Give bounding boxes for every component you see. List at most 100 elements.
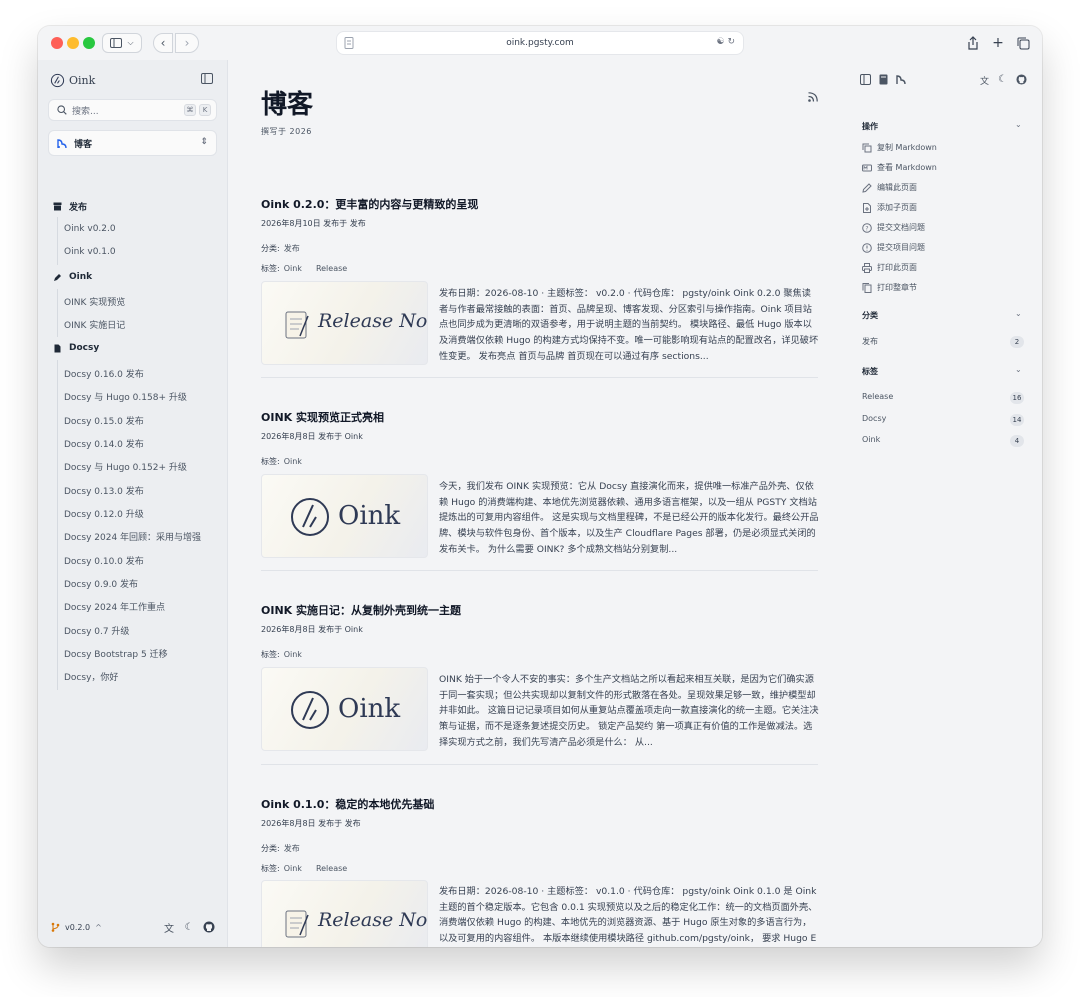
nav-group-docsy[interactable]: Docsy	[53, 343, 99, 353]
section-selector[interactable]: 博客 ⇕	[48, 130, 217, 156]
post-category: 分类: 发布	[261, 244, 300, 253]
view-markdown-action[interactable]: 查看 Markdown	[862, 162, 937, 173]
theme-toggle-button[interactable]: ☾	[182, 920, 196, 934]
moon-icon[interactable]: ☾	[998, 74, 1009, 85]
chevron-down-icon[interactable]: ⌄	[1015, 365, 1022, 374]
actions-heading[interactable]: 操作	[862, 121, 878, 132]
sidebar-item[interactable]: Docsy 2024 年回顾：采用与增强	[64, 530, 201, 543]
tag-link[interactable]: Release	[316, 864, 347, 873]
print-section-action[interactable]: 打印整章节	[862, 282, 917, 293]
tag-count-badge: 4	[1010, 435, 1024, 447]
sidebar-icon	[110, 38, 123, 48]
sidebar-item[interactable]: Docsy 0.14.0 发布	[64, 437, 144, 450]
add-child-page-action[interactable]: 添加子页面	[862, 202, 917, 213]
search-input[interactable]: 搜索... ⌘ K	[48, 99, 217, 121]
tag-link[interactable]: Oink	[284, 457, 302, 466]
nav-group-release[interactable]: 发布	[53, 200, 87, 213]
post-title[interactable]: OINK 实现预览正式亮相	[261, 409, 384, 425]
sidebar-item[interactable]: OINK 实现预览	[64, 295, 125, 308]
post-excerpt: 发布日期：2026-08-10 · 主题标签： v0.1.0 · 代码仓库： p…	[439, 886, 818, 945]
search-icon	[57, 105, 67, 115]
blog-icon[interactable]	[896, 74, 907, 85]
share-button[interactable]	[963, 33, 983, 53]
new-tab-button[interactable]: +	[988, 33, 1008, 53]
category-link[interactable]: 发布	[284, 244, 300, 253]
collapse-sidebar-icon[interactable]	[201, 73, 213, 84]
version-switcher[interactable]: v0.2.0 ^	[51, 922, 102, 932]
sidebar-item[interactable]: Docsy 0.12.0 升级	[64, 507, 144, 520]
tab-overview-button[interactable]	[1013, 33, 1033, 53]
rss-icon[interactable]	[808, 92, 818, 102]
tag-item[interactable]: Release	[862, 392, 893, 401]
sidebar-item[interactable]: Docsy 与 Hugo 0.158+ 升级	[64, 390, 187, 403]
tag-item[interactable]: Oink	[862, 435, 880, 444]
sidebar-item[interactable]: Docsy 0.16.0 发布	[64, 367, 144, 380]
sidebar-item[interactable]: Docsy 0.10.0 发布	[64, 554, 144, 567]
close-window-button[interactable]	[51, 37, 63, 49]
sidebar-left-icon[interactable]	[860, 74, 871, 85]
category-item[interactable]: 发布	[862, 336, 878, 347]
tag-link[interactable]: Release	[316, 264, 347, 273]
translate-icon[interactable]: 文	[980, 74, 991, 87]
sidebar-item[interactable]: Docsy，你好	[64, 670, 118, 683]
forward-button[interactable]: ›	[175, 33, 199, 53]
shortcut-key: ⌘	[184, 104, 196, 116]
copy-pages-icon	[862, 282, 872, 293]
print-page-action[interactable]: 打印此页面	[862, 262, 917, 273]
zoom-window-button[interactable]	[83, 37, 95, 49]
post-card: OINK 实现预览正式亮相 2026年8月8日 发布于 Oink 标签: Oink…	[261, 409, 819, 571]
tag-link[interactable]: Oink	[284, 650, 302, 659]
tag-item[interactable]: Docsy	[862, 414, 886, 423]
post-divider	[261, 377, 818, 378]
sidebar-item[interactable]: Oink v0.2.0	[64, 224, 116, 234]
brand-logo[interactable]: Oink	[50, 73, 95, 88]
sidebar-item[interactable]: Docsy 与 Hugo 0.152+ 升级	[64, 460, 187, 473]
copy-markdown-action[interactable]: 复制 Markdown	[862, 142, 937, 153]
address-bar[interactable]: oink.pgsty.com ☯ ↻	[336, 31, 744, 55]
page-menu-icon[interactable]	[344, 37, 354, 49]
post-title[interactable]: Oink 0.2.0：更丰富的内容与更精致的呈现	[261, 196, 478, 212]
chevron-updown-icon: ⇕	[200, 137, 208, 147]
thumbnail-caption: Oink	[338, 501, 401, 531]
post-title[interactable]: Oink 0.1.0：稳定的本地优先基础	[261, 796, 434, 812]
chevron-down-icon[interactable]: ⌄	[1015, 309, 1022, 318]
sidebar-item[interactable]: Docsy 0.15.0 发布	[64, 414, 144, 427]
chevron-down-icon[interactable]: ⌄	[1015, 120, 1022, 129]
minimize-window-button[interactable]	[67, 37, 79, 49]
language-button[interactable]: 文	[162, 920, 176, 935]
book-icon[interactable]	[878, 74, 889, 85]
github-icon[interactable]	[1016, 74, 1027, 85]
version-label: v0.2.0	[65, 922, 91, 932]
edit-page-action[interactable]: 编辑此页面	[862, 182, 917, 193]
translate-reload-icon[interactable]: ☯ ↻	[717, 37, 735, 47]
sidebar-item[interactable]: Docsy Bootstrap 5 迁移	[64, 647, 168, 660]
post-thumbnail[interactable]: Oink	[261, 667, 428, 751]
left-sidebar: Oink 搜索... ⌘ K 博客 ⇕ 发布 Oink v0.2.0 Oink …	[38, 60, 228, 947]
report-project-issue-action[interactable]: 提交项目问题	[862, 242, 925, 253]
post-tags: 标签: Oink	[261, 457, 302, 466]
categories-heading[interactable]: 分类	[862, 310, 878, 321]
blog-icon	[57, 138, 67, 148]
sidebar-item[interactable]: Docsy 2024 年工作重点	[64, 600, 165, 613]
tag-link[interactable]: Oink	[284, 864, 302, 873]
sidebar-item[interactable]: Docsy 0.13.0 发布	[64, 484, 144, 497]
pen-icon	[54, 273, 61, 281]
sidebar-item[interactable]: Oink v0.1.0	[64, 247, 116, 257]
moon-icon: ☾	[184, 921, 194, 933]
sidebar-item[interactable]: OINK 实施日记	[64, 318, 125, 331]
tags-heading[interactable]: 标签	[862, 366, 878, 377]
github-button[interactable]	[202, 920, 216, 934]
post-thumbnail[interactable]: Release Note	[261, 880, 428, 947]
post-title[interactable]: OINK 实施日记：从复制外壳到统一主题	[261, 602, 461, 618]
translate-icon: 文	[164, 923, 174, 935]
sidebar-item[interactable]: Docsy 0.7 升级	[64, 624, 129, 637]
back-button[interactable]: ‹	[153, 33, 173, 53]
sidebar-item[interactable]: Docsy 0.9.0 发布	[64, 577, 138, 590]
sidebar-toggle-button[interactable]: ⌵	[102, 33, 142, 53]
category-link[interactable]: 发布	[284, 844, 300, 853]
post-thumbnail[interactable]: Release Note	[261, 281, 428, 365]
tag-link[interactable]: Oink	[284, 264, 302, 273]
post-thumbnail[interactable]: Oink	[261, 474, 428, 558]
report-doc-issue-action[interactable]: ? 提交文档问题	[862, 222, 925, 233]
nav-group-oink[interactable]: Oink	[53, 272, 92, 282]
